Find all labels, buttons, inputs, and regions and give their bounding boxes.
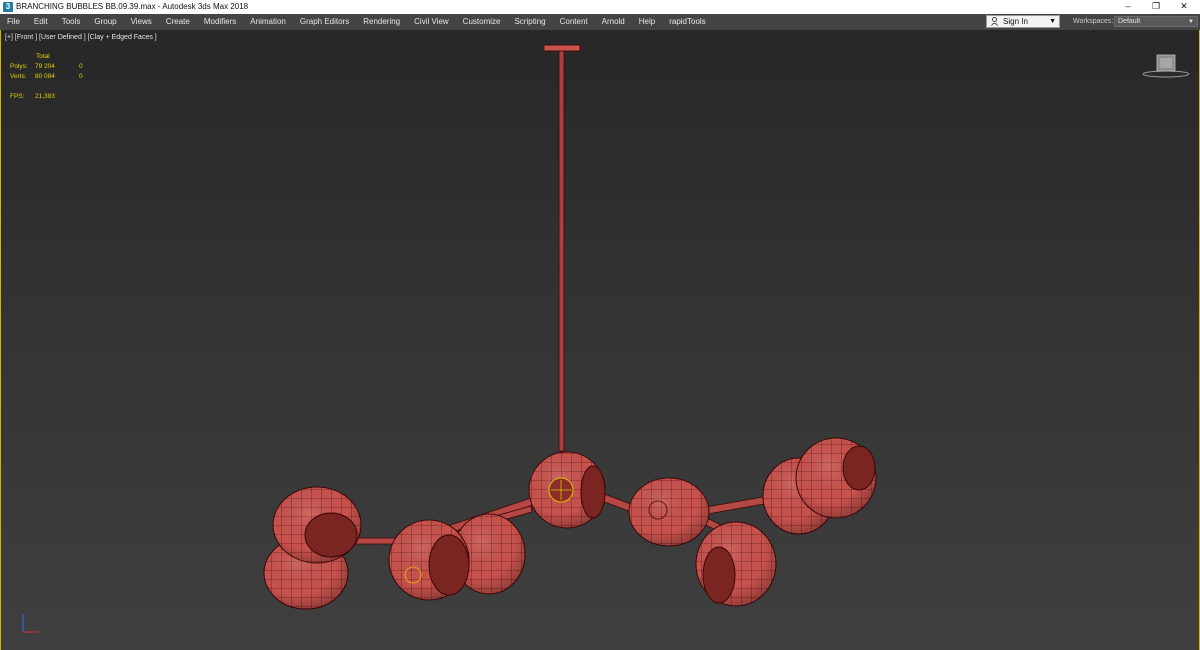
user-icon xyxy=(991,17,998,26)
verts-selected: 0 xyxy=(79,73,83,80)
menu-views[interactable]: Views xyxy=(124,15,159,30)
menu-bar: File Edit Tools Group Views Create Modif… xyxy=(0,14,1200,30)
menu-file[interactable]: File xyxy=(0,15,27,30)
minimize-button[interactable]: – xyxy=(1114,0,1142,14)
menu-help[interactable]: Help xyxy=(632,15,662,30)
menu-rapidtools[interactable]: rapidTools xyxy=(662,15,712,30)
menu-scripting[interactable]: Scripting xyxy=(507,15,552,30)
glass-globes[interactable] xyxy=(263,437,877,610)
sign-in-dropdown[interactable]: Sign In ▼ xyxy=(986,15,1060,28)
menu-create[interactable]: Create xyxy=(159,15,197,30)
polys-selected: 0 xyxy=(79,63,83,70)
restore-button[interactable]: ❐ xyxy=(1142,0,1170,14)
menu-customize[interactable]: Customize xyxy=(456,15,508,30)
hanging-rod[interactable] xyxy=(558,50,565,452)
chevron-down-icon: ▼ xyxy=(1188,19,1194,25)
stats-header: Total xyxy=(36,53,50,60)
menu-tools[interactable]: Tools xyxy=(55,15,88,30)
menu-content[interactable]: Content xyxy=(553,15,595,30)
app-icon[interactable]: 3 xyxy=(3,2,13,12)
menu-graph-editors[interactable]: Graph Editors xyxy=(293,15,356,30)
menu-civil-view[interactable]: Civil View xyxy=(407,15,456,30)
viewcube-icon[interactable] xyxy=(1142,52,1190,78)
chevron-down-icon: ▼ xyxy=(1049,18,1056,25)
ceiling-canopy[interactable] xyxy=(543,44,581,52)
menu-items: File Edit Tools Group Views Create Modif… xyxy=(0,14,713,30)
menu-edit[interactable]: Edit xyxy=(27,15,55,30)
title-bar: 3 BRANCHING BUBBLES BB.09.39.max - Autod… xyxy=(0,0,1200,15)
workspaces-select[interactable]: Default ▼ xyxy=(1114,16,1198,27)
workspaces-label: Workspaces: xyxy=(1073,18,1114,25)
fps-label: FPS: xyxy=(10,93,25,100)
menu-arnold[interactable]: Arnold xyxy=(595,15,632,30)
window-title: BRANCHING BUBBLES BB.09.39.max - Autodes… xyxy=(16,2,249,11)
polys-value: 79 204 xyxy=(35,63,55,70)
axis-gizmo-icon xyxy=(22,614,39,633)
verts-value: 80 084 xyxy=(35,73,55,80)
polys-label: Polys: xyxy=(10,63,28,70)
viewport-label[interactable]: [+] [Front ] [User Defined ] [Clay + Edg… xyxy=(5,33,157,42)
menu-group[interactable]: Group xyxy=(87,15,123,30)
menu-rendering[interactable]: Rendering xyxy=(356,15,407,30)
workspaces-value: Default xyxy=(1118,18,1141,25)
front-viewport[interactable]: [+] [Front ] [User Defined ] [Clay + Edg… xyxy=(0,30,1200,650)
verts-label: Verts: xyxy=(10,73,27,80)
menu-modifiers[interactable]: Modifiers xyxy=(197,15,243,30)
scene-model[interactable] xyxy=(1,30,1200,650)
menu-animation[interactable]: Animation xyxy=(243,15,293,30)
fps-value: 21,383 xyxy=(35,93,55,100)
close-button[interactable]: ✕ xyxy=(1170,0,1198,14)
sign-in-label: Sign In xyxy=(1003,17,1028,26)
